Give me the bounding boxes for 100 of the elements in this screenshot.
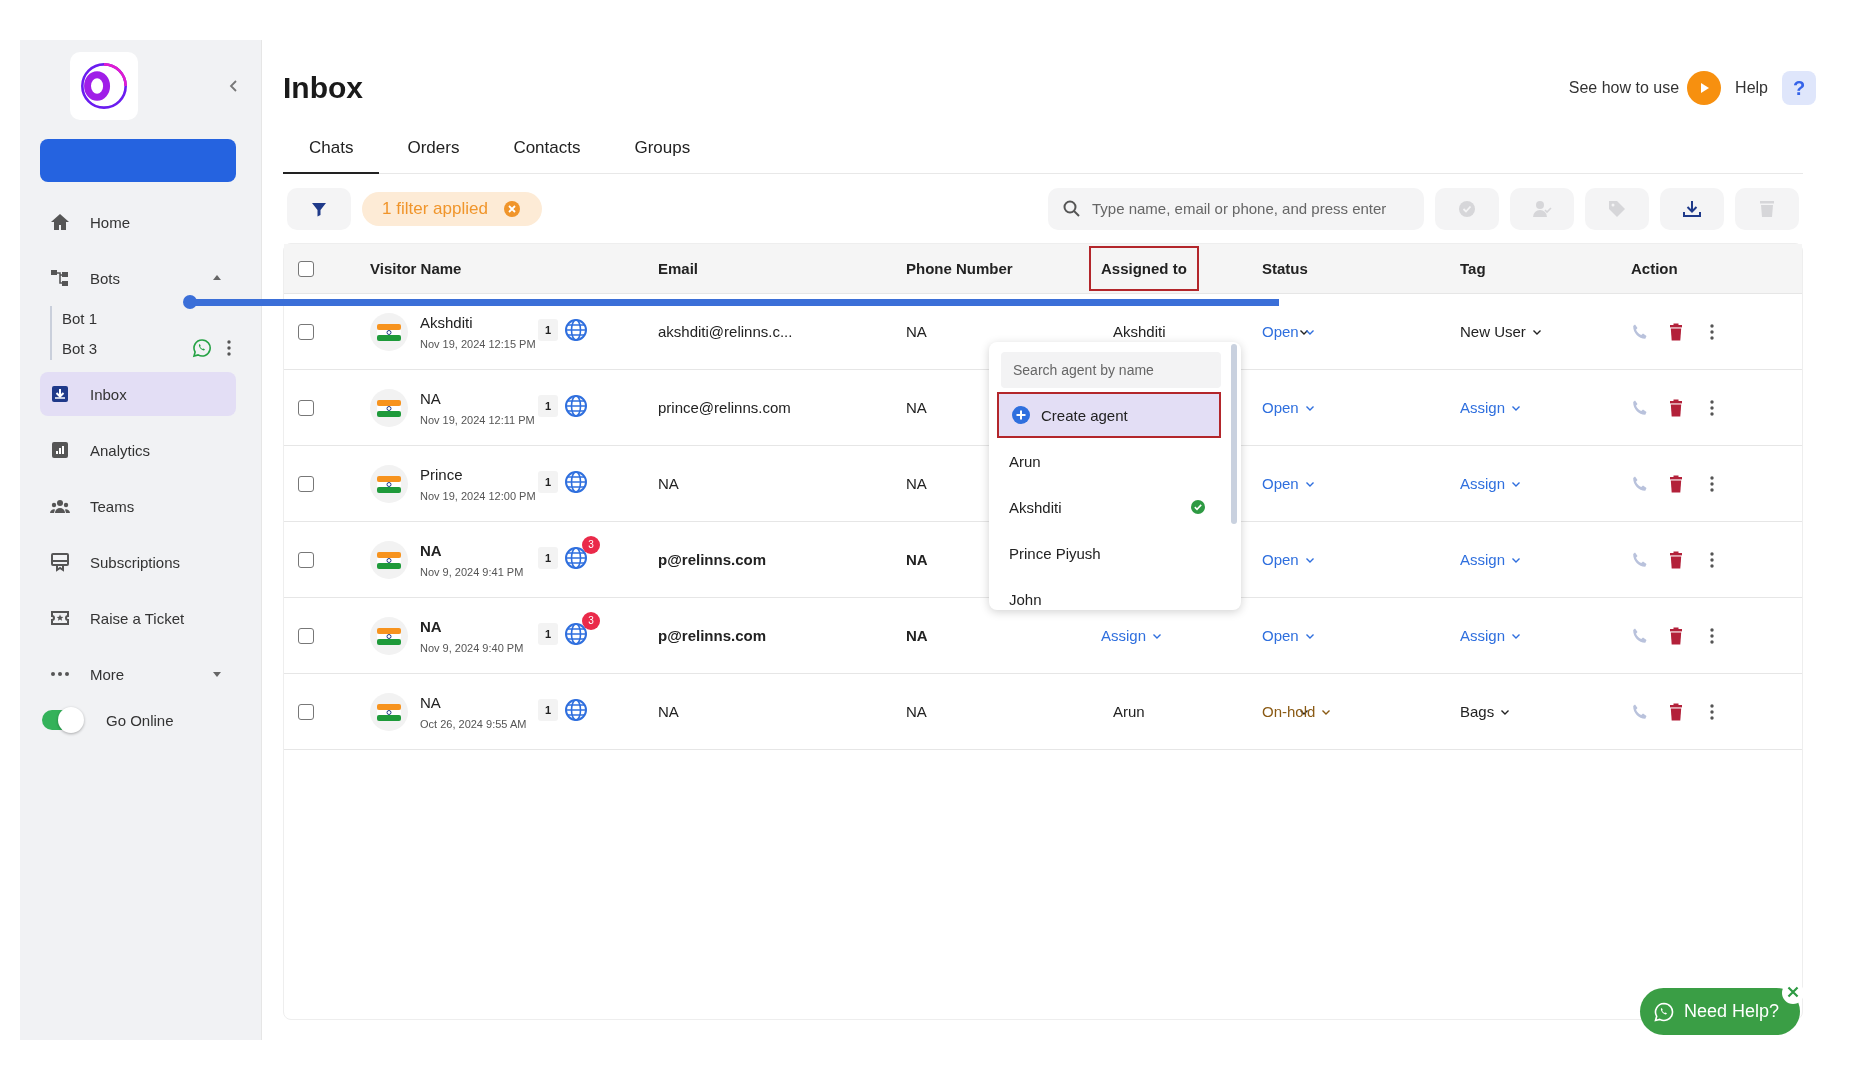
row-checkbox[interactable]: [298, 551, 314, 568]
globe-icon: [564, 697, 588, 722]
toggle-label: Go Online: [106, 711, 174, 729]
agent-search-field[interactable]: Search agent by name: [1001, 352, 1221, 388]
unread-badge: 3: [582, 535, 600, 554]
clear-icon[interactable]: [501, 198, 522, 219]
status-dropdown[interactable]: Open: [1262, 627, 1315, 644]
search-field[interactable]: Type name, email or phone, and press enter: [1048, 187, 1424, 230]
phone-cell: NA: [906, 551, 928, 568]
agent-option[interactable]: Akshditi: [997, 484, 1217, 530]
search-icon: [1062, 198, 1082, 219]
visitor-time: Nov 9, 2024 9:41 PM: [420, 565, 525, 578]
download-button[interactable]: [1660, 187, 1724, 230]
agent-option[interactable]: Prince Piyush: [997, 530, 1217, 576]
email-cell: akshditi@relinns.c...: [658, 323, 793, 340]
visitor-time: Nov 19, 2024 12:11 PM: [420, 413, 534, 426]
select-all-checkbox[interactable]: [298, 260, 314, 277]
nav-item[interactable]: Home: [40, 200, 236, 244]
plus-icon: [1011, 405, 1031, 425]
column-header: Visitor Name: [369, 260, 463, 277]
visitor-name: NA: [420, 693, 442, 711]
tag-dropdown[interactable]: Assign: [1460, 551, 1522, 568]
help-link[interactable]: Help: [1735, 79, 1768, 97]
trash-icon[interactable]: [1667, 702, 1685, 721]
agent-option[interactable]: John: [997, 576, 1217, 610]
nav-item[interactable]: Bots: [40, 256, 236, 300]
bar-chart-icon: [50, 440, 70, 460]
bot-item[interactable]: Bot 1: [62, 306, 236, 330]
row-checkbox[interactable]: [298, 703, 314, 720]
visitor-time: Oct 26, 2024 9:55 AM: [420, 717, 528, 730]
hierarchy-icon: [50, 268, 70, 288]
email-cell: prince@relinns.com: [658, 399, 791, 416]
nav-item[interactable]: Subscriptions: [40, 540, 236, 584]
nav-item[interactable]: Inbox: [40, 372, 236, 416]
phone-cell: NA: [906, 323, 927, 340]
chip-label: 1 filter applied: [382, 198, 488, 219]
visitor-time: Nov 9, 2024 9:40 PM: [420, 641, 525, 654]
visitor-name: NA: [420, 617, 443, 635]
nav-item[interactable]: Teams: [40, 484, 236, 528]
play-icon[interactable]: [1687, 71, 1722, 105]
email-cell: p@relinns.com: [658, 551, 766, 568]
tab[interactable]: Contacts: [487, 124, 607, 174]
tab[interactable]: Groups: [608, 124, 717, 174]
tag-dropdown[interactable]: Assign: [1460, 475, 1522, 492]
row-checkbox[interactable]: [298, 323, 314, 340]
visitor-time: Nov 19, 2024 12:00 PM: [420, 489, 534, 502]
create-agent-button[interactable]: Create agent: [997, 392, 1221, 438]
help-button[interactable]: ?: [1782, 71, 1816, 105]
status-dropdown[interactable]: Open: [1262, 475, 1315, 492]
nav-item[interactable]: More: [40, 652, 236, 696]
visitor-name: NA: [420, 541, 443, 559]
tag-dropdown[interactable]: Bags: [1460, 703, 1511, 720]
tag-dropdown[interactable]: Assign: [1460, 627, 1522, 644]
page-title: Inbox: [283, 71, 363, 105]
column-header: Assigned to: [1091, 248, 1197, 289]
trash-icon[interactable]: [1667, 550, 1685, 569]
assignee-dropdown[interactable]: Assign: [1101, 627, 1163, 644]
message-count: 1: [538, 470, 558, 493]
home-icon: [50, 212, 70, 232]
status-dropdown[interactable]: On-hold: [1262, 703, 1332, 720]
tag-dropdown[interactable]: Assign: [1460, 399, 1522, 416]
visitor-name: NA: [420, 389, 442, 407]
monitor-icon: [50, 552, 70, 572]
more-icon: [50, 671, 70, 677]
filter-button[interactable]: [287, 187, 351, 230]
bot-item[interactable]: Bot 3: [62, 336, 236, 360]
whatsapp-icon: [192, 338, 212, 358]
tab[interactable]: Chats: [283, 124, 380, 174]
visitor-time: Nov 19, 2024 12:15 PM: [420, 337, 534, 350]
column-header: Tag: [1459, 260, 1487, 277]
ticket-icon: [50, 608, 70, 628]
nav-item[interactable]: Analytics: [40, 428, 236, 472]
globe-icon: [564, 317, 588, 342]
agent-option[interactable]: Arun: [997, 438, 1217, 484]
row-checkbox[interactable]: [298, 627, 314, 644]
message-count: 1: [538, 622, 558, 645]
globe-icon: [564, 469, 588, 494]
status-dropdown[interactable]: Open: [1262, 323, 1315, 340]
message-count: 1: [538, 318, 558, 341]
trash-icon[interactable]: [1667, 474, 1685, 493]
row-checkbox[interactable]: [298, 399, 314, 416]
flag-avatar-icon: [370, 616, 408, 655]
scrollbar[interactable]: [1231, 344, 1237, 524]
trash-icon[interactable]: [1667, 626, 1685, 645]
inbox-icon: [50, 384, 70, 404]
guide-link[interactable]: See how to use: [1568, 79, 1680, 97]
trash-icon[interactable]: [1667, 322, 1685, 341]
status-dropdown[interactable]: Open: [1262, 551, 1315, 568]
status-dropdown[interactable]: Open: [1262, 399, 1315, 416]
flag-avatar-icon: [370, 388, 408, 427]
trash-icon[interactable]: [1667, 398, 1685, 417]
logo: [70, 52, 138, 120]
nav-item[interactable]: Raise a Ticket: [40, 596, 236, 640]
tag-dropdown[interactable]: New User: [1460, 323, 1542, 340]
column-header: Action: [1630, 260, 1679, 277]
tab[interactable]: Orders: [381, 124, 486, 174]
phone-cell: NA: [906, 475, 927, 492]
row-checkbox[interactable]: [298, 475, 314, 492]
flag-avatar-icon: [370, 692, 408, 731]
flag-avatar-icon: [370, 312, 408, 351]
